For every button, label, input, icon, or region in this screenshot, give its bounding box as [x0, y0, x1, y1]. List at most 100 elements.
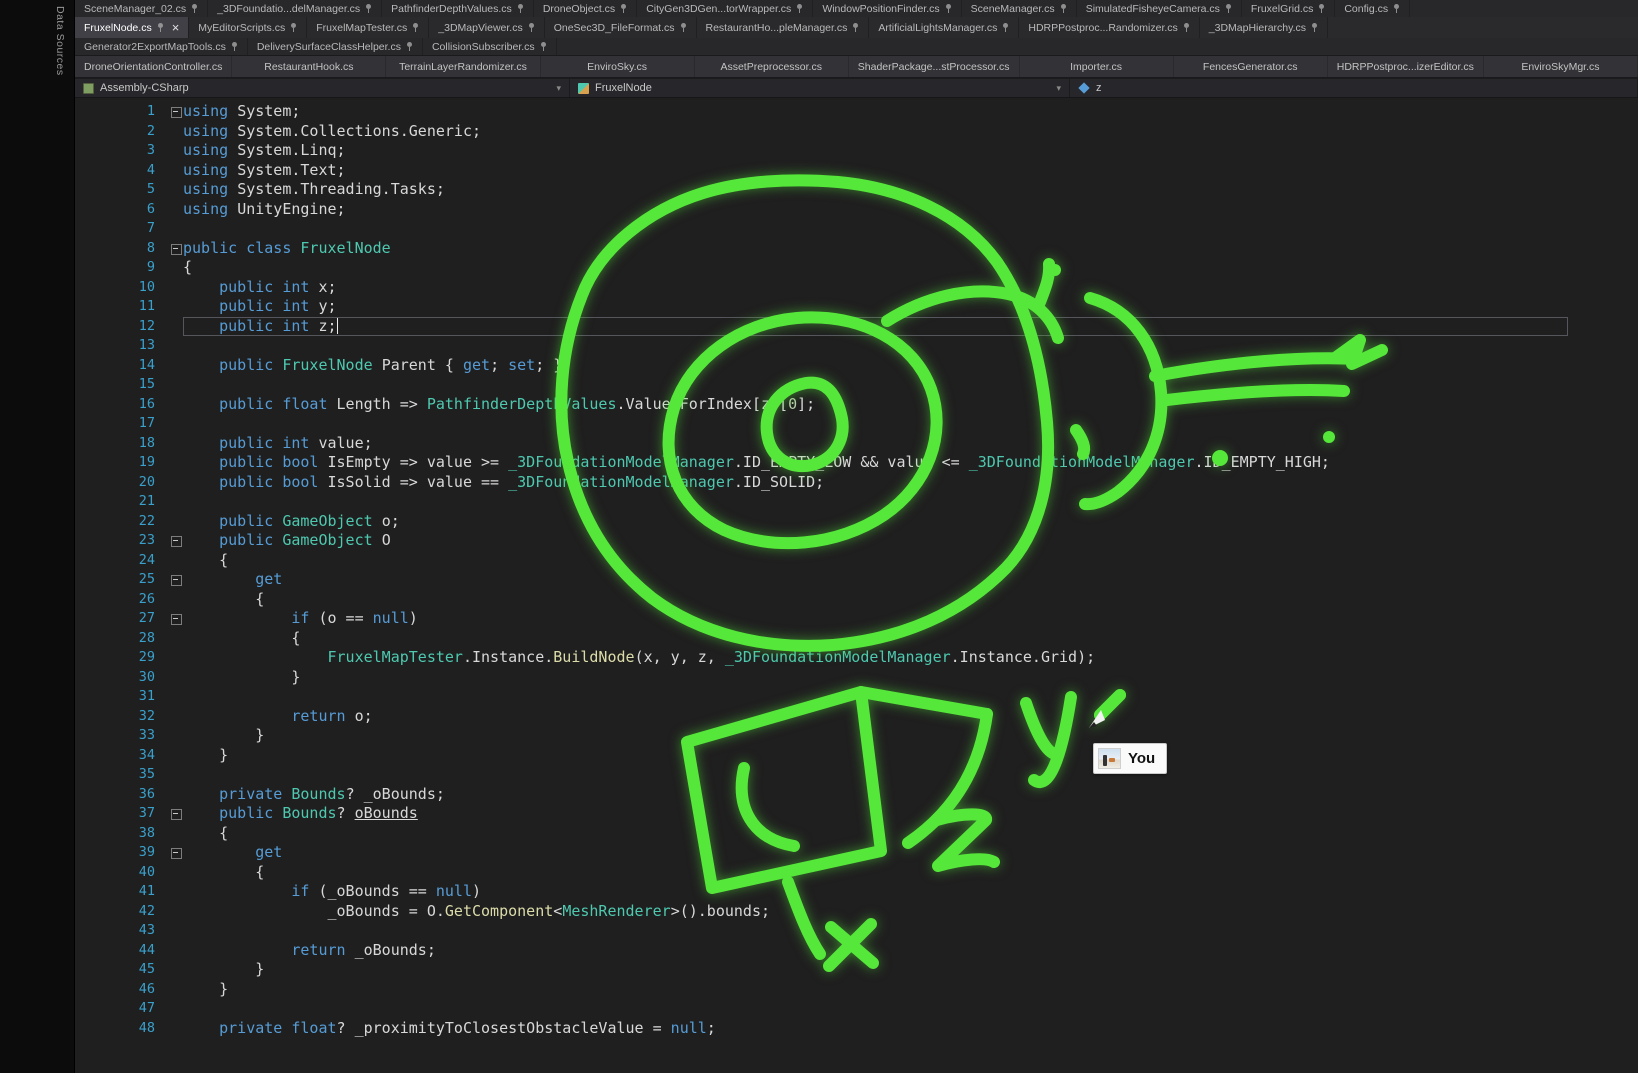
fold-collapse-icon[interactable]	[159, 102, 183, 122]
editor-tab[interactable]: ArtificialLightsManager.cs	[869, 17, 1019, 38]
close-icon[interactable]: ×	[172, 21, 180, 34]
pin-icon[interactable]	[540, 41, 547, 52]
pin-icon[interactable]	[1225, 3, 1232, 14]
code-line-7[interactable]: 7	[75, 219, 1568, 239]
member-dropdown[interactable]: z	[1070, 79, 1638, 97]
code-line-29[interactable]: 29 FruxelMapTester.Instance.BuildNode(x,…	[75, 648, 1568, 668]
code-line-8[interactable]: 8public class FruxelNode	[75, 239, 1568, 259]
editor-tab[interactable]: Config.cs	[1335, 0, 1410, 17]
code-line-3[interactable]: 3using System.Linq;	[75, 141, 1568, 161]
editor-tab[interactable]: FruxelGrid.cs	[1242, 0, 1335, 17]
pin-icon[interactable]	[191, 3, 198, 14]
fold-collapse-icon[interactable]	[159, 570, 183, 590]
code-line-4[interactable]: 4using System.Text;	[75, 161, 1568, 181]
code-line-27[interactable]: 27 if (o == null)	[75, 609, 1568, 629]
editor-tab[interactable]: EnviroSkyMgr.cs	[1484, 56, 1638, 77]
editor-tab[interactable]: DroneOrientationController.cs	[75, 56, 232, 77]
editor-tab[interactable]: _3DMapHierarchy.cs	[1200, 17, 1328, 38]
code-line-37[interactable]: 37 public Bounds? oBounds	[75, 804, 1568, 824]
editor-tab[interactable]: FruxelMapTester.cs	[307, 17, 429, 38]
code-line-11[interactable]: 11 public int y;	[75, 297, 1568, 317]
editor-tab[interactable]: OneSec3D_FileFormat.cs	[545, 17, 697, 38]
code-line-21[interactable]: 21	[75, 492, 1568, 512]
code-line-15[interactable]: 15	[75, 375, 1568, 395]
code-line-22[interactable]: 22 public GameObject o;	[75, 512, 1568, 532]
code-line-23[interactable]: 23 public GameObject O	[75, 531, 1568, 551]
code-line-24[interactable]: 24 {	[75, 551, 1568, 571]
code-editor[interactable]: 1using System;2using System.Collections.…	[75, 99, 1638, 1073]
fold-collapse-icon[interactable]	[159, 239, 183, 259]
editor-tab[interactable]: HDRPPostproc...izerEditor.cs	[1328, 56, 1484, 77]
pin-icon[interactable]	[528, 22, 535, 33]
code-line-2[interactable]: 2using System.Collections.Generic;	[75, 122, 1568, 142]
pin-icon[interactable]	[852, 22, 859, 33]
editor-tab[interactable]: CityGen3DGen...torWrapper.cs	[637, 0, 813, 17]
editor-tab[interactable]: DeliverySurfaceClassHelper.cs	[248, 38, 423, 55]
editor-tab[interactable]: SceneManager_02.cs	[75, 0, 208, 17]
code-line-30[interactable]: 30 }	[75, 668, 1568, 688]
code-line-5[interactable]: 5using System.Threading.Tasks;	[75, 180, 1568, 200]
fold-collapse-icon[interactable]	[159, 843, 183, 863]
editor-tab[interactable]: MyEditorScripts.cs	[189, 17, 307, 38]
class-dropdown[interactable]: FruxelNode ▾	[570, 79, 1070, 97]
code-line-28[interactable]: 28 {	[75, 629, 1568, 649]
fold-collapse-icon[interactable]	[159, 531, 183, 551]
editor-tab[interactable]: RestaurantHo...pleManager.cs	[697, 17, 870, 38]
pin-icon[interactable]	[406, 41, 413, 52]
code-line-10[interactable]: 10 public int x;	[75, 278, 1568, 298]
editor-tab[interactable]: EnviroSky.cs	[541, 56, 695, 77]
pin-icon[interactable]	[1060, 3, 1067, 14]
code-line-39[interactable]: 39 get	[75, 843, 1568, 863]
code-line-32[interactable]: 32 return o;	[75, 707, 1568, 727]
code-line-25[interactable]: 25 get	[75, 570, 1568, 590]
code-line-20[interactable]: 20 public bool IsSolid => value == _3DFo…	[75, 473, 1568, 493]
editor-tab[interactable]: HDRPPostproc...Randomizer.cs	[1019, 17, 1199, 38]
pin-icon[interactable]	[1002, 22, 1009, 33]
code-line-13[interactable]: 13	[75, 336, 1568, 356]
code-line-43[interactable]: 43	[75, 921, 1568, 941]
code-line-6[interactable]: 6using UnityEngine;	[75, 200, 1568, 220]
editor-tab[interactable]: FencesGenerator.cs	[1174, 56, 1328, 77]
code-line-35[interactable]: 35	[75, 765, 1568, 785]
editor-tab[interactable]: FruxelNode.cs×	[75, 17, 189, 38]
pin-icon[interactable]	[157, 22, 164, 33]
editor-tab[interactable]: DroneObject.cs	[534, 0, 637, 17]
pin-icon[interactable]	[290, 22, 297, 33]
code-line-19[interactable]: 19 public bool IsEmpty => value >= _3DFo…	[75, 453, 1568, 473]
code-line-45[interactable]: 45 }	[75, 960, 1568, 980]
code-line-26[interactable]: 26 {	[75, 590, 1568, 610]
editor-tab[interactable]: PathfinderDepthValues.cs	[382, 0, 534, 17]
editor-tab[interactable]: Importer.cs	[1020, 56, 1174, 77]
code-line-34[interactable]: 34 }	[75, 746, 1568, 766]
code-line-41[interactable]: 41 if (_oBounds == null)	[75, 882, 1568, 902]
editor-tab[interactable]: AssetPreprocessor.cs	[695, 56, 849, 77]
code-line-14[interactable]: 14 public FruxelNode Parent { get; set; …	[75, 356, 1568, 376]
pin-icon[interactable]	[796, 3, 803, 14]
code-line-42[interactable]: 42 _oBounds = O.GetComponent<MeshRendere…	[75, 902, 1568, 922]
pin-icon[interactable]	[1183, 22, 1190, 33]
chevron-down-icon[interactable]: ▾	[1056, 83, 1061, 94]
editor-tab[interactable]: _3DFoundatio...delManager.cs	[208, 0, 382, 17]
code-line-31[interactable]: 31	[75, 687, 1568, 707]
pin-icon[interactable]	[680, 22, 687, 33]
fold-collapse-icon[interactable]	[159, 804, 183, 824]
code-line-17[interactable]: 17	[75, 414, 1568, 434]
pin-icon[interactable]	[231, 41, 238, 52]
pin-icon[interactable]	[412, 22, 419, 33]
pin-icon[interactable]	[1318, 3, 1325, 14]
editor-tab[interactable]: TerrainLayerRandomizer.cs	[386, 56, 540, 77]
editor-tab[interactable]: SimulatedFisheyeCamera.cs	[1077, 0, 1242, 17]
editor-tab[interactable]: ShaderPackage...stProcessor.cs	[849, 56, 1020, 77]
code-line-16[interactable]: 16 public float Length => PathfinderDept…	[75, 395, 1568, 415]
pin-icon[interactable]	[517, 3, 524, 14]
code-line-40[interactable]: 40 {	[75, 863, 1568, 883]
pin-icon[interactable]	[620, 3, 627, 14]
fold-collapse-icon[interactable]	[159, 609, 183, 629]
editor-tab[interactable]: SceneManager.cs	[962, 0, 1077, 17]
code-line-44[interactable]: 44 return _oBounds;	[75, 941, 1568, 961]
code-line-33[interactable]: 33 }	[75, 726, 1568, 746]
data-sources-vertical-tab[interactable]: Data Sources	[54, 6, 66, 76]
chevron-down-icon[interactable]: ▾	[556, 83, 561, 94]
editor-tab[interactable]: CollisionSubscriber.cs	[423, 38, 557, 55]
pin-icon[interactable]	[1393, 3, 1400, 14]
